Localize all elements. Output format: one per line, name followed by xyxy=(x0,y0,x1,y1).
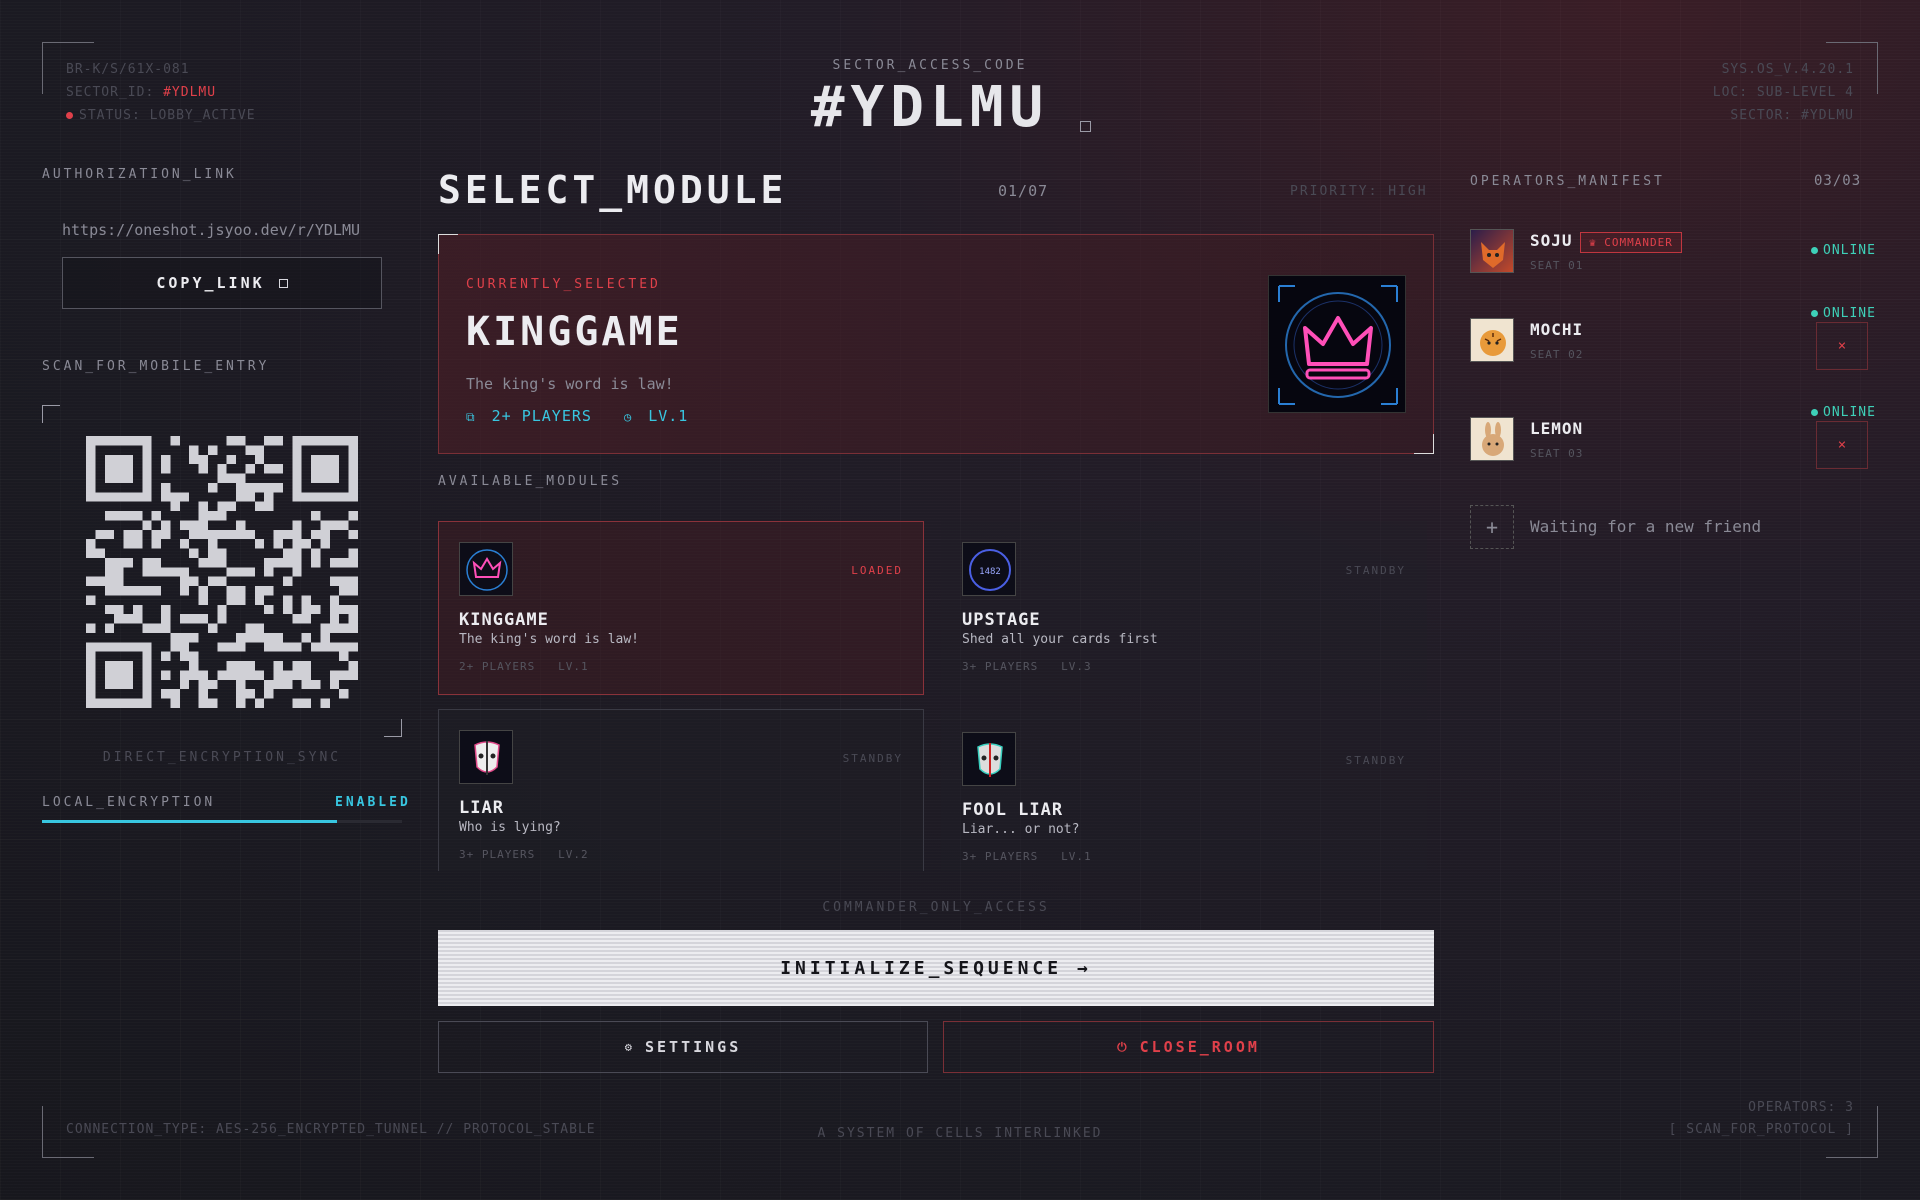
encryption-bar-fill xyxy=(42,820,338,823)
access-code-block: SECTOR_ACCESS_CODE #YDLMU xyxy=(700,58,1160,140)
qr-corner-bottom-right xyxy=(384,719,402,737)
module-card-upstage[interactable]: 1482 STANDBY UPSTAGE Shed all your cards… xyxy=(941,521,1427,695)
module-desc: Who is lying? xyxy=(459,820,561,835)
module-meta: 3+ PLAYERS LV.3 xyxy=(962,660,1092,673)
system-info-right: SYS.OS_V.4.20.1 LOC: SUB-LEVEL 4 SECTOR:… xyxy=(1713,58,1854,127)
scan-label: SCAN_FOR_MOBILE_ENTRY xyxy=(42,359,270,374)
card-corner-top-left xyxy=(438,234,458,254)
footer-tagline: A SYSTEM OF CELLS INTERLINKED xyxy=(817,1126,1103,1141)
operator-seat: SEAT 02 xyxy=(1530,348,1584,361)
module-status: STANDBY xyxy=(1345,754,1406,767)
module-name: UPSTAGE xyxy=(962,610,1041,630)
settings-button[interactable]: ⚙ SETTINGS xyxy=(438,1021,928,1073)
available-modules-label: AVAILABLE_MODULES xyxy=(438,474,623,489)
operator-name: MOCHI xyxy=(1530,320,1584,339)
qr-code xyxy=(86,436,358,708)
qr-corner-top-left xyxy=(42,405,60,423)
status-dot-icon xyxy=(66,112,73,119)
system-info-left: BR-K/S/61X-081 SECTOR_ID: #YDLMU STATUS:… xyxy=(66,58,256,127)
tiger-avatar xyxy=(1470,318,1514,362)
sector-id-line: SECTOR_ID: #YDLMU xyxy=(66,85,217,100)
module-meta: 3+ PLAYERS LV.2 xyxy=(459,848,589,861)
online-status: ONLINE xyxy=(1811,243,1876,258)
liar-thumbnail xyxy=(459,730,513,784)
commander-access-label: COMMANDER_ONLY_ACCESS xyxy=(822,900,1050,915)
svg-text:1482: 1482 xyxy=(979,567,1001,577)
copy-icon xyxy=(278,278,288,288)
scan-protocol-link[interactable]: [ SCAN_FOR_PROTOCOL ] xyxy=(1669,1122,1854,1137)
close-room-button[interactable]: ⏻ CLOSE_ROOM xyxy=(943,1021,1434,1073)
operators-label: OPERATORS_MANIFEST xyxy=(1470,174,1665,189)
gear-icon: ⚙ xyxy=(624,1040,635,1054)
access-code: #YDLMU xyxy=(810,75,1050,140)
rabbit-avatar xyxy=(1470,417,1514,461)
upstage-thumbnail: 1482 xyxy=(962,542,1016,596)
encryption-bar xyxy=(42,820,402,823)
module-status: STANDBY xyxy=(1345,564,1406,577)
operator-row: MOCHI SEAT 02 ONLINE × xyxy=(1470,306,1878,370)
module-desc: Shed all your cards first xyxy=(962,632,1158,647)
module-card-liar[interactable]: STANDBY LIAR Who is lying? 3+ PLAYERS LV… xyxy=(438,709,924,871)
sync-label: DIRECT_ENCRYPTION_SYNC xyxy=(102,750,342,765)
operators-count: 03/03 xyxy=(1814,173,1862,189)
crown-icon: ♛ xyxy=(1589,236,1597,249)
level-icon: ◷ xyxy=(623,410,633,424)
copy-code-icon[interactable] xyxy=(1080,121,1091,132)
sector: SECTOR: #YDLMU xyxy=(1730,108,1854,123)
fox-avatar xyxy=(1470,229,1514,273)
crown-artwork xyxy=(1268,275,1406,413)
operator-seat: SEAT 01 xyxy=(1530,259,1584,272)
operator-name: LEMON xyxy=(1530,419,1584,438)
module-card-kinggame[interactable]: LOADED KINGGAME The king's word is law! … xyxy=(438,521,924,695)
status-line: STATUS: LOBBY_ACTIVE xyxy=(66,104,256,127)
module-meta: 2+ PLAYERS LV.1 xyxy=(459,660,589,673)
copy-link-button[interactable]: COPY_LINK xyxy=(62,257,382,309)
module-status: LOADED xyxy=(851,564,903,577)
module-desc: The king's word is law! xyxy=(459,632,640,647)
module-counter: 01/07 xyxy=(998,182,1049,200)
online-status: ONLINE xyxy=(1811,306,1876,321)
operator-row: LEMON SEAT 03 ONLINE × xyxy=(1470,405,1878,469)
module-status: STANDBY xyxy=(842,752,903,765)
device-id: BR-K/S/61X-081 xyxy=(66,62,190,77)
module-name: FOOL LIAR xyxy=(962,800,1064,820)
page-title: SELECT_MODULE xyxy=(438,168,788,212)
encryption-label: LOCAL_ENCRYPTION xyxy=(42,795,216,810)
kick-button[interactable]: × xyxy=(1816,421,1868,469)
location: LOC: SUB-LEVEL 4 xyxy=(1712,85,1854,100)
operators-footer: OPERATORS: 3 xyxy=(1748,1100,1854,1115)
fool-liar-thumbnail xyxy=(962,732,1016,786)
initialize-sequence-button[interactable]: INITIALIZE_SEQUENCE → xyxy=(438,930,1434,1006)
players-icon: ⧉ xyxy=(466,410,476,424)
os-version: SYS.OS_V.4.20.1 xyxy=(1721,62,1854,77)
selected-module-meta: ⧉ 2+ PLAYERS ◷ LV.1 xyxy=(466,407,689,425)
operator-row: SOJU ♛ COMMANDER SEAT 01 ONLINE xyxy=(1470,229,1878,277)
access-code-label: SECTOR_ACCESS_CODE xyxy=(832,58,1028,73)
kick-button[interactable]: × xyxy=(1816,322,1868,370)
module-name: KINGGAME xyxy=(459,610,549,630)
power-icon: ⏻ xyxy=(1117,1039,1130,1054)
selected-module-desc: The king's word is law! xyxy=(466,375,674,393)
module-meta: 3+ PLAYERS LV.1 xyxy=(962,850,1092,863)
add-friend-button[interactable]: + xyxy=(1470,505,1514,549)
commander-badge: ♛ COMMANDER xyxy=(1580,232,1682,253)
module-card-fool-liar[interactable]: STANDBY FOOL LIAR Liar... or not? 3+ PLA… xyxy=(941,709,1427,871)
authorization-label: AUTHORIZATION_LINK xyxy=(42,167,237,182)
selected-module-card: CURRENTLY_SELECTED KINGGAME The king's w… xyxy=(438,234,1434,454)
authorization-url[interactable]: https://oneshot.jsyoo.dev/r/YDLMU xyxy=(62,221,360,239)
kinggame-thumbnail xyxy=(459,542,513,596)
waiting-text: Waiting for a new friend xyxy=(1530,517,1762,536)
encryption-status[interactable]: ENABLED xyxy=(335,795,411,810)
operator-seat: SEAT 03 xyxy=(1530,447,1584,460)
operator-name: SOJU xyxy=(1530,231,1573,250)
online-status: ONLINE xyxy=(1811,405,1876,420)
selected-module-name: KINGGAME xyxy=(466,309,683,355)
priority-label: PRIORITY: HIGH xyxy=(1290,184,1428,199)
selected-tag: CURRENTLY_SELECTED xyxy=(466,277,661,292)
connection-type: CONNECTION_TYPE: AES-256_ENCRYPTED_TUNNE… xyxy=(66,1122,596,1137)
module-name: LIAR xyxy=(459,798,504,818)
card-corner-bottom-right xyxy=(1414,434,1434,454)
sector-id-value: #YDLMU xyxy=(163,85,217,100)
module-desc: Liar... or not? xyxy=(962,822,1080,837)
